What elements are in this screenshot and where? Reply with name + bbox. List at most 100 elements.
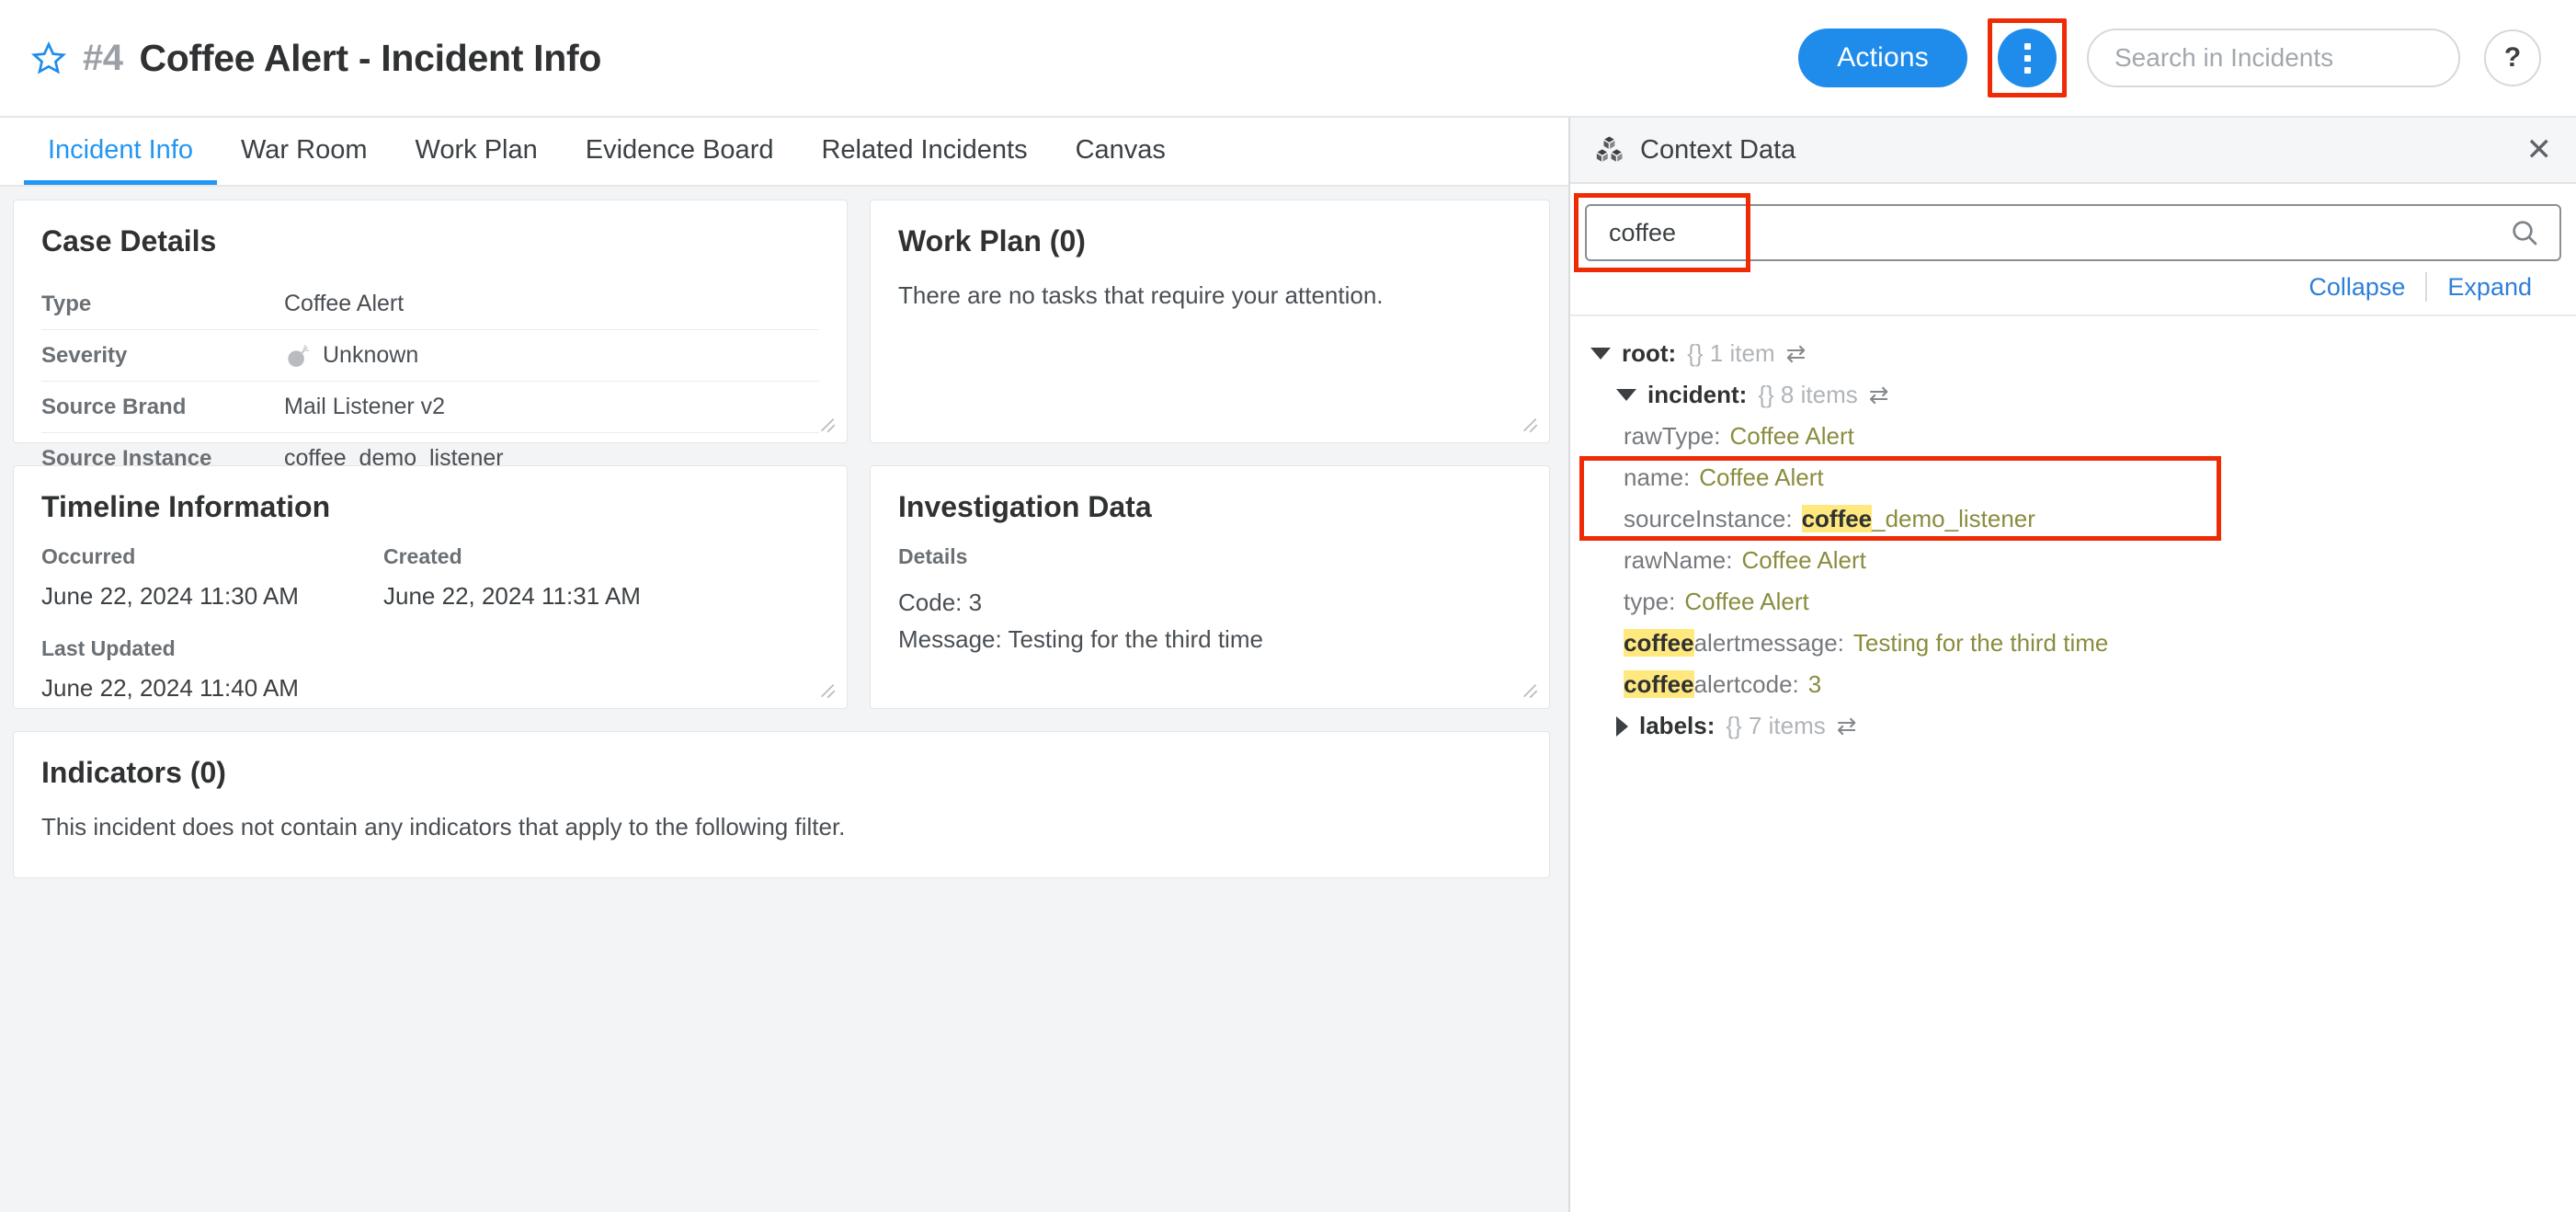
tree-key-wrap: coffeealertcode: [1624, 670, 1799, 699]
swap-icon[interactable]: ⇄ [1837, 712, 1857, 740]
incident-page: #4 Coffee Alert - Incident Info Actions … [0, 0, 2576, 1212]
tree-key-rest: alertcode: [1693, 670, 1799, 698]
tab-evidence-board[interactable]: Evidence Board [562, 135, 798, 185]
last-updated-label: Last Updated [41, 636, 176, 660]
tree-value-wrap: coffee_demo_listener [1801, 505, 2035, 533]
close-icon[interactable]: ✕ [2526, 134, 2553, 166]
tree-node-coffeealertcode[interactable]: coffeealertcode: 3 [1590, 664, 2576, 705]
last-updated-value: June 22, 2024 11:40 AM [41, 674, 299, 702]
created-label: Created [383, 544, 462, 568]
tree-meta: {} 1 item [1687, 339, 1775, 367]
tree-value: Testing for the third time [1852, 629, 2109, 657]
tree-meta: {} 7 items [1726, 712, 1826, 739]
case-details-title: Case Details [41, 224, 217, 257]
row-value: Coffee Alert [284, 291, 405, 316]
tree-node-sourceinstance[interactable]: sourceInstance: coffee_demo_listener [1590, 498, 2576, 540]
search-icon[interactable] [2510, 218, 2539, 247]
severity-value: Unknown [323, 342, 419, 368]
tree-key: rawType: [1624, 422, 1721, 450]
tree-node-type[interactable]: type: Coffee Alert [1590, 581, 2576, 623]
tree-key: labels: [1639, 712, 1715, 739]
vertical-dots-icon [2023, 42, 2031, 50]
indicators-empty-text: This incident does not contain any indic… [41, 813, 846, 840]
tree-value-rest: _demo_listener [1872, 505, 2035, 532]
actions-button[interactable]: Actions [1798, 29, 1967, 87]
row-key: Severity [41, 342, 128, 368]
occurred-value: June 22, 2024 11:30 AM [41, 582, 299, 610]
search-highlight: coffee [1801, 505, 1873, 532]
tree-node-rawname[interactable]: rawName: Coffee Alert [1590, 540, 2576, 581]
top-header: #4 Coffee Alert - Incident Info Actions … [0, 0, 2576, 118]
timeline-information-card: Timeline Information Occurred June 22, 2… [13, 465, 848, 709]
investigation-title: Investigation Data [898, 490, 1152, 523]
tree-value: Coffee Alert [1741, 546, 1866, 574]
tab-related-incidents[interactable]: Related Incidents [797, 135, 1051, 185]
resize-handle-icon[interactable] [814, 677, 838, 701]
tree-node-root[interactable]: root: {} 1 item ⇄ [1590, 333, 2576, 374]
tree-key: rawName: [1624, 546, 1733, 574]
page-title: Coffee Alert - Incident Info [139, 36, 602, 79]
timeline-col-left: Occurred June 22, 2024 11:30 AM Last Upd… [41, 544, 383, 728]
tree-node-labels[interactable]: labels: {} 7 items ⇄ [1590, 705, 2576, 747]
tab-war-room[interactable]: War Room [217, 135, 392, 185]
tree-node-name[interactable]: name: Coffee Alert [1590, 457, 2576, 498]
search-highlight: coffee [1624, 670, 1694, 698]
swap-icon[interactable]: ⇄ [1869, 381, 1889, 409]
more-options-button[interactable] [1998, 29, 2057, 87]
investigation-line-message: Message: Testing for the third time [898, 625, 1263, 654]
occurred-label: Occurred [41, 544, 136, 568]
tree-meta: {} 8 items [1758, 381, 1858, 408]
tree-key-rest: alertmessage: [1693, 629, 1844, 657]
tree-value: 3 [1807, 670, 1822, 698]
tree-node-coffeealertmessage[interactable]: coffeealertmessage: Testing for the thir… [1590, 623, 2576, 664]
search-highlight: coffee [1624, 629, 1694, 657]
expand-button[interactable]: Expand [2427, 273, 2552, 302]
tab-canvas[interactable]: Canvas [1052, 135, 1190, 185]
collapse-expand-row: Collapse Expand [1570, 270, 2576, 316]
row-value-wrap: Unknown [284, 342, 418, 370]
tree-key: type: [1624, 588, 1676, 615]
chevron-down-icon[interactable] [1590, 348, 1611, 360]
context-panel-title: Context Data [1640, 134, 1796, 165]
row-value: Mail Listener v2 [284, 394, 446, 419]
investigation-data-card: Investigation Data Details Code: 3 Messa… [870, 465, 1550, 709]
resize-handle-icon[interactable] [1516, 411, 1540, 435]
help-button[interactable]: ? [2484, 29, 2541, 86]
investigation-line-code: Code: 3 [898, 589, 983, 616]
vertical-dots-icon [2023, 54, 2031, 62]
header-controls: Actions ? [1798, 18, 2576, 97]
context-search-input[interactable] [1585, 204, 2561, 261]
context-data-panel: Context Data ✕ Collapse Expand root: {} … [1568, 118, 2576, 1212]
row-key: Source Brand [41, 394, 187, 419]
timeline-title: Timeline Information [41, 490, 331, 523]
chevron-right-icon[interactable] [1616, 715, 1628, 737]
tab-incident-info[interactable]: Incident Info [24, 135, 217, 185]
collapse-button[interactable]: Collapse [2288, 273, 2425, 302]
tree-node-rawtype[interactable]: rawType: Coffee Alert [1590, 416, 2576, 457]
created-value: June 22, 2024 11:31 AM [383, 582, 641, 610]
resize-handle-icon[interactable] [814, 411, 838, 435]
details-label: Details [898, 544, 968, 568]
tree-node-incident[interactable]: incident: {} 8 items ⇄ [1590, 374, 2576, 416]
chevron-down-icon[interactable] [1616, 389, 1636, 401]
resize-handle-icon[interactable] [1516, 677, 1540, 701]
context-panel-header: Context Data ✕ [1570, 118, 2576, 184]
search-incidents-input[interactable] [2087, 29, 2460, 87]
indicators-card: Indicators (0) This incident does not co… [13, 731, 1550, 878]
row-key: Type [41, 291, 92, 316]
case-detail-row-source-brand: Source Brand Mail Listener v2 [41, 382, 819, 433]
context-search-row [1570, 184, 2576, 272]
tree-value: Coffee Alert [1729, 422, 1854, 450]
swap-icon[interactable]: ⇄ [1786, 339, 1807, 368]
case-details-card: Case Details Type Coffee Alert Severity [13, 200, 848, 485]
main-content: Case Details Type Coffee Alert Severity [0, 187, 1568, 1212]
timeline-col-right: Created June 22, 2024 11:31 AM [383, 544, 725, 728]
indicators-title: Indicators (0) [41, 756, 226, 789]
case-detail-row-severity: Severity Unknown [41, 330, 819, 382]
tab-bar: Incident Info War Room Work Plan Evidenc… [0, 118, 1568, 187]
tree-value: Coffee Alert [1699, 463, 1824, 491]
work-plan-card: Work Plan (0) There are no tasks that re… [870, 200, 1550, 443]
tab-work-plan[interactable]: Work Plan [392, 135, 562, 185]
star-outline-icon[interactable] [31, 40, 66, 75]
title-group: #4 Coffee Alert - Incident Info [0, 37, 601, 80]
